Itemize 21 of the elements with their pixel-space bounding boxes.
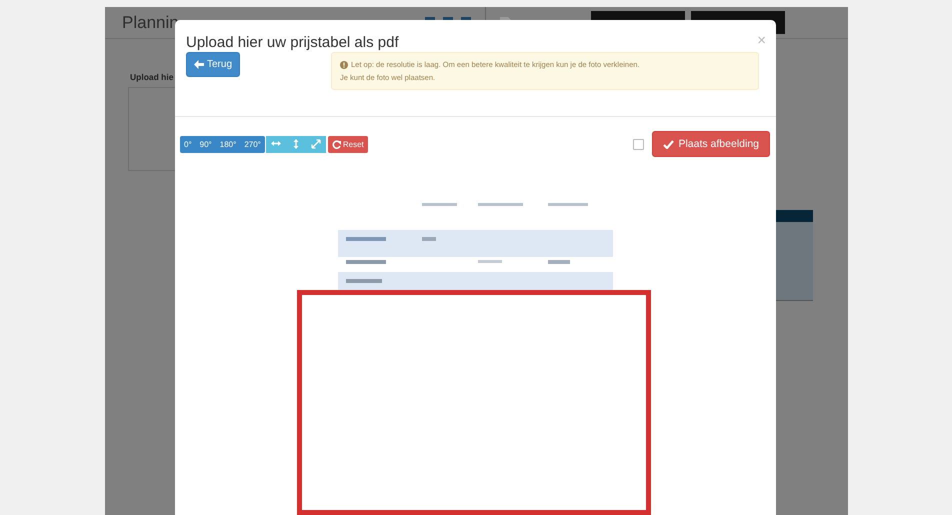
horizontal-arrows-icon bbox=[270, 139, 281, 149]
checkmark-icon bbox=[663, 140, 674, 148]
page-title: Plannin bbox=[122, 12, 179, 32]
section-label: Upload hie bbox=[130, 72, 174, 82]
arrow-left-icon bbox=[194, 60, 204, 69]
diagonal-arrow-icon bbox=[310, 139, 321, 149]
modal-title: Upload hier uw prijstabel als pdf bbox=[186, 34, 399, 51]
transform-button[interactable] bbox=[306, 136, 326, 152]
place-image-button[interactable]: Plaats afbeelding bbox=[652, 131, 770, 157]
reset-button[interactable]: Reset bbox=[328, 136, 368, 152]
close-button[interactable]: × bbox=[757, 32, 766, 49]
back-button[interactable]: Terug bbox=[186, 52, 240, 77]
checkbox[interactable] bbox=[633, 138, 644, 150]
refresh-icon bbox=[332, 140, 341, 148]
rotate-button[interactable]: 90° bbox=[196, 136, 216, 152]
rotate-button[interactable]: 270° bbox=[240, 136, 265, 152]
warning-icon bbox=[340, 60, 348, 68]
rotate-button[interactable]: 180° bbox=[216, 136, 240, 152]
vertical-arrows-icon bbox=[290, 139, 301, 149]
transform-button[interactable] bbox=[266, 136, 286, 152]
rotate-button[interactable]: 0° bbox=[180, 136, 196, 152]
